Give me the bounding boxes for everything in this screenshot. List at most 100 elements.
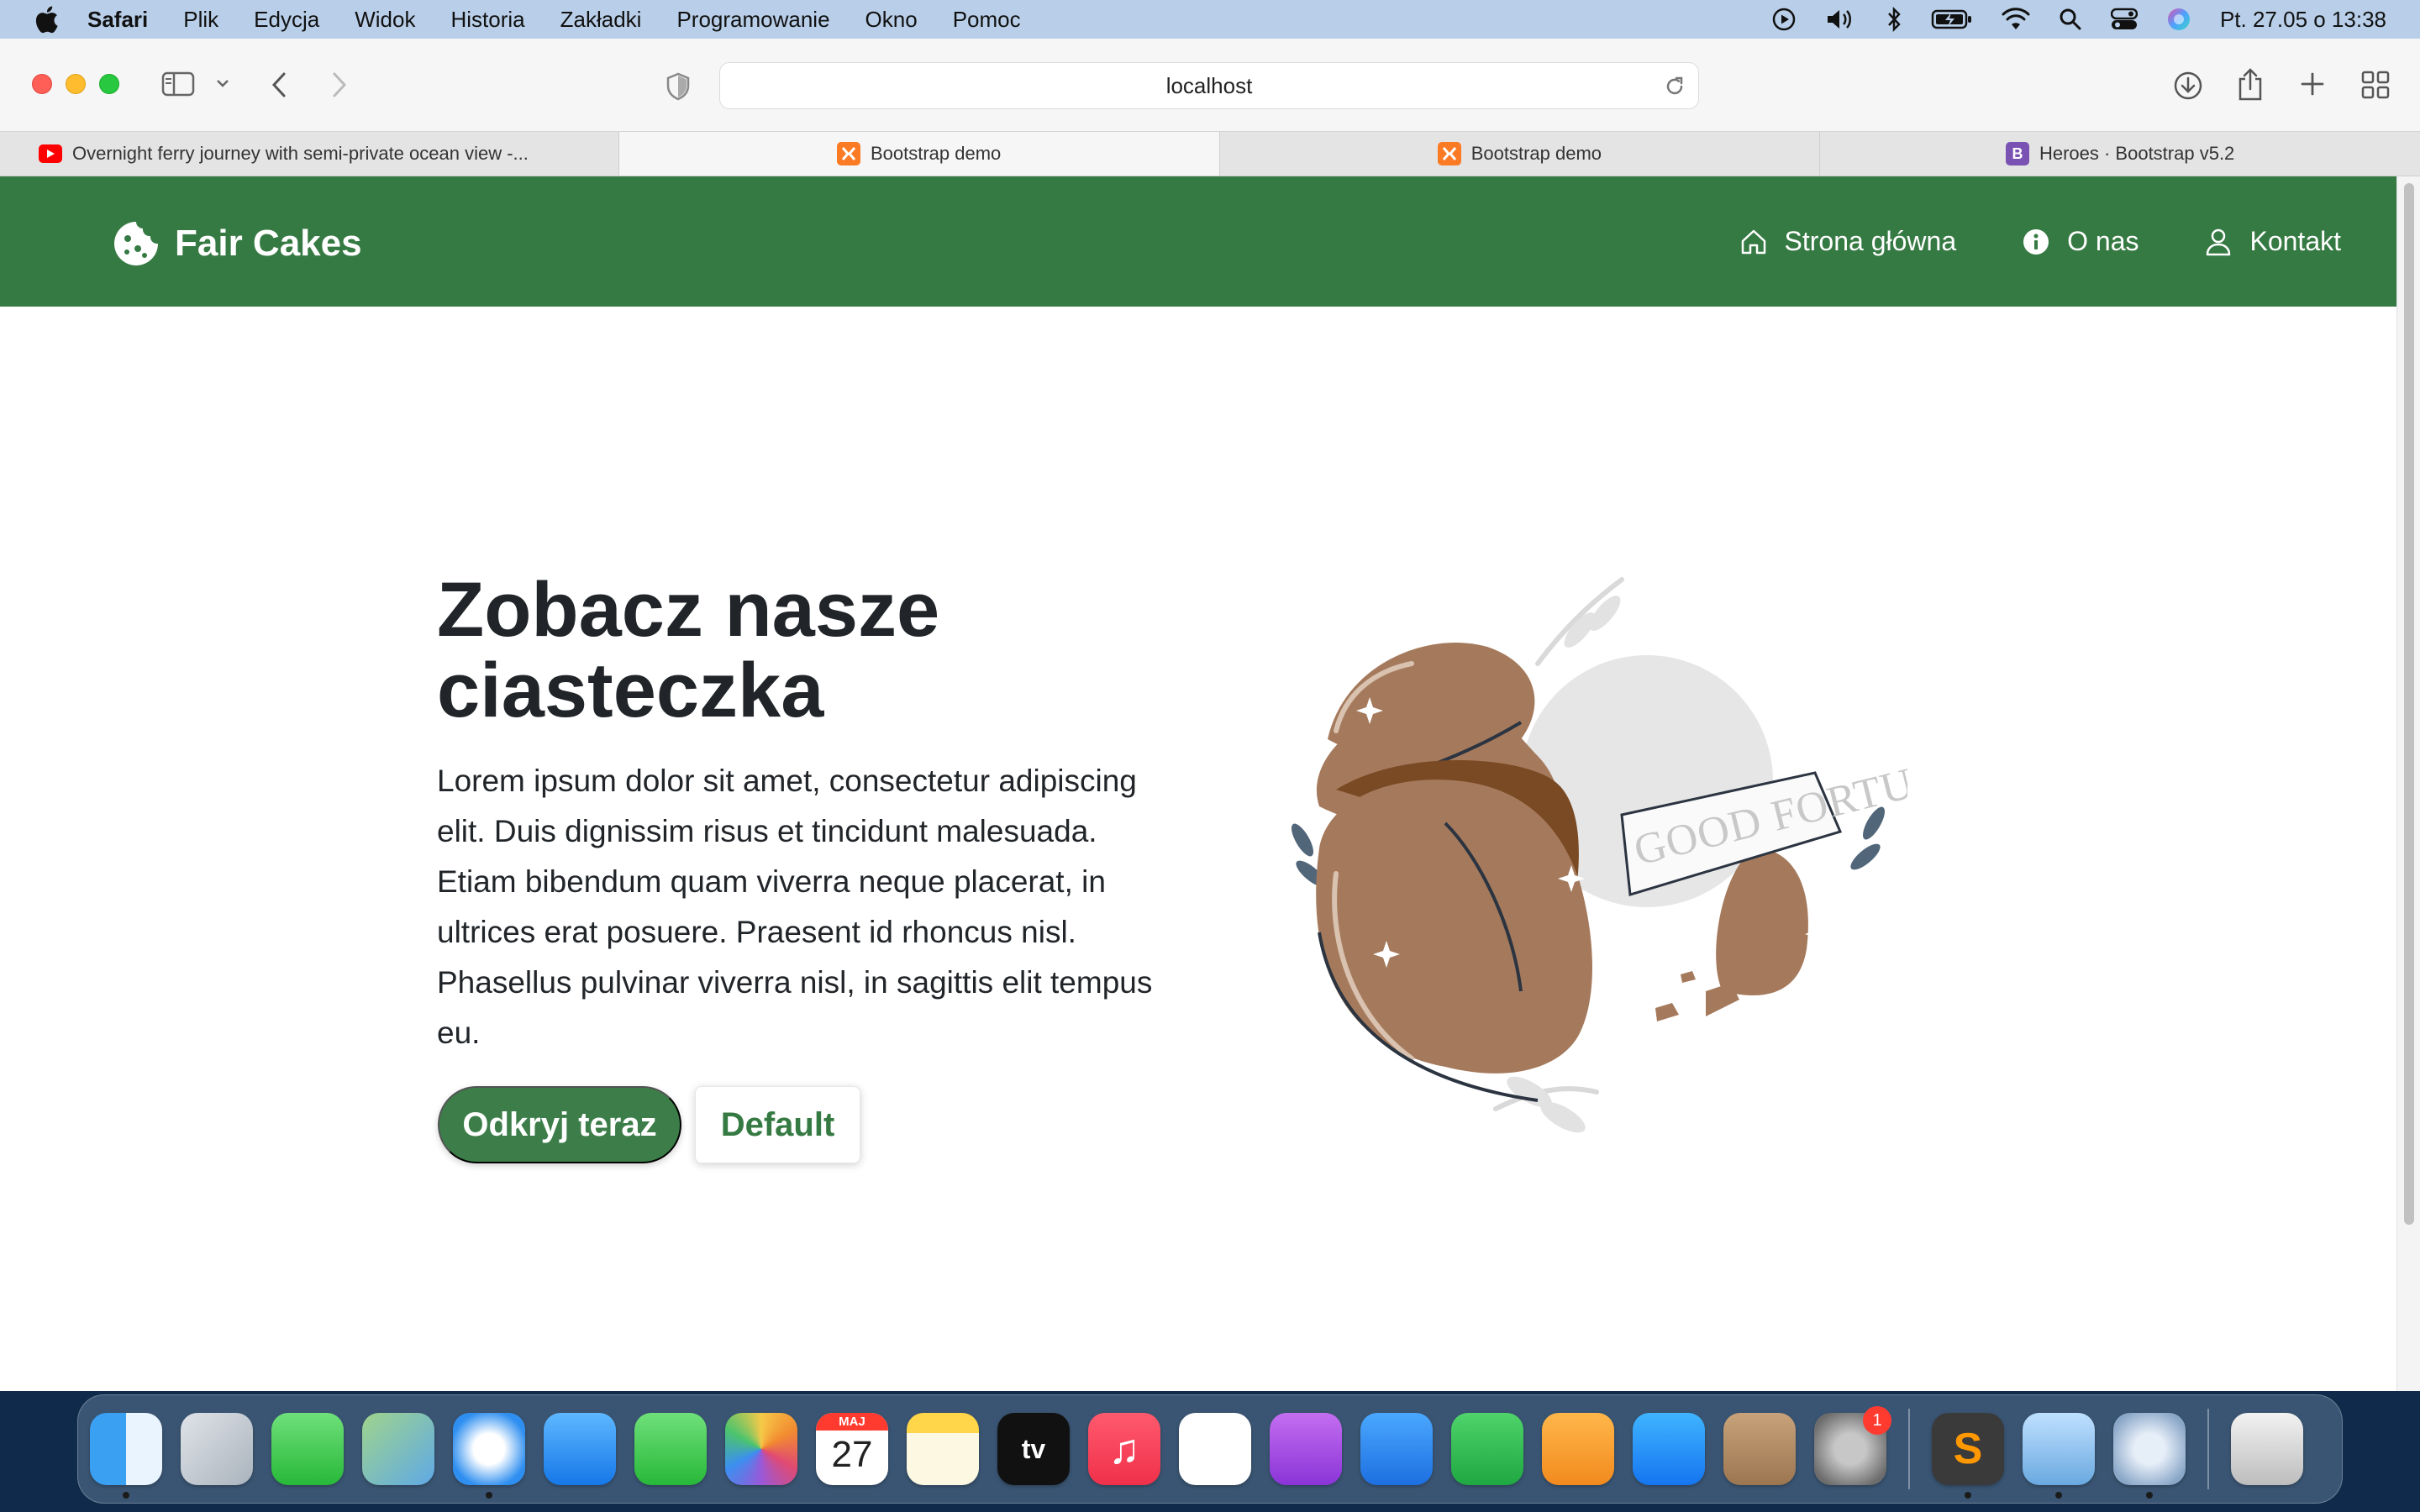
facetime-icon[interactable]	[634, 1413, 707, 1485]
youtube-favicon-icon	[39, 144, 62, 163]
privacy-shield-icon[interactable]	[666, 72, 691, 101]
menu-bookmarks[interactable]: Zakładki	[560, 7, 642, 33]
xampp-favicon-icon	[836, 142, 860, 165]
cookie-icon	[114, 222, 158, 265]
launchpad-icon[interactable]	[181, 1413, 253, 1485]
navbar-links: Strona główna O nas Kontakt	[1739, 176, 2341, 307]
volume-icon[interactable]	[1825, 7, 1857, 32]
bluetooth-icon[interactable]	[1886, 7, 1902, 32]
calendar-month: MAJ	[816, 1413, 888, 1431]
hero-title: Zobacz nasze ciasteczka	[437, 567, 940, 733]
settings-gear-icon[interactable]	[2113, 1413, 2186, 1499]
calendar-day: 27	[831, 1434, 873, 1475]
browser-tab[interactable]: Overnight ferry journey with semi-privat…	[0, 132, 619, 176]
numbers-icon[interactable]	[1451, 1413, 1523, 1485]
music-icon[interactable]: ♫	[1088, 1413, 1160, 1485]
trash-icon[interactable]	[2231, 1413, 2303, 1485]
back-arrow-icon[interactable]	[269, 71, 289, 99]
sublime-text-icon[interactable]: S	[1932, 1413, 2004, 1499]
fortune-cookie-illustration: GOOD FORTUNE	[1292, 577, 1907, 1133]
chevron-down-icon[interactable]	[215, 77, 230, 89]
calendar-icon[interactable]: MAJ 27	[816, 1413, 888, 1485]
menu-file[interactable]: Plik	[183, 7, 218, 33]
menubar-clock[interactable]: Pt. 27.05 o 13:38	[2220, 7, 2386, 33]
mail-icon[interactable]	[544, 1413, 616, 1485]
apple-tv-icon[interactable]: tv	[997, 1413, 1070, 1485]
browser-tab[interactable]: Bootstrap demo	[1220, 132, 1821, 176]
dock-separator	[1908, 1409, 1910, 1489]
dock-separator	[2207, 1409, 2209, 1489]
tab-overview-icon[interactable]	[2361, 71, 2390, 99]
tab-title: Bootstrap demo	[870, 143, 1002, 164]
browser-toolbar: localhost	[0, 39, 2420, 131]
menu-help[interactable]: Pomoc	[953, 7, 1021, 33]
discover-now-button[interactable]: Odkryj teraz	[438, 1086, 681, 1163]
messages-icon[interactable]	[271, 1413, 344, 1485]
browser-tab[interactable]: B Heroes · Bootstrap v5.2	[1820, 132, 2420, 176]
running-indicator	[2146, 1492, 2153, 1499]
xampp-favicon-icon	[1437, 142, 1461, 165]
status-menus: Pt. 27.05 o 13:38	[1771, 0, 2386, 39]
navbar-brand[interactable]: Fair Cakes	[113, 220, 362, 267]
info-icon	[2023, 228, 2049, 255]
page-scrollbar[interactable]	[2396, 176, 2420, 1391]
nav-link-label: O nas	[2067, 226, 2139, 256]
apple-logo-icon[interactable]	[34, 5, 59, 34]
running-indicator	[123, 1492, 129, 1499]
system-preferences-icon[interactable]: 1	[1814, 1406, 1891, 1485]
downloads-icon[interactable]	[2173, 71, 2203, 101]
reload-icon[interactable]	[1663, 75, 1686, 104]
contacts-icon[interactable]	[1723, 1413, 1796, 1485]
podcasts-icon[interactable]	[1270, 1413, 1342, 1485]
share-icon[interactable]	[2237, 67, 2264, 101]
person-icon	[2207, 228, 2231, 255]
running-indicator	[1965, 1492, 1971, 1499]
pages-icon[interactable]	[1542, 1413, 1614, 1485]
address-text: localhost	[1165, 72, 1253, 98]
tab-title: Heroes · Bootstrap v5.2	[2039, 143, 2235, 164]
menu-window[interactable]: Okno	[865, 7, 918, 33]
battery-icon[interactable]	[1931, 8, 1973, 31]
maps-icon[interactable]	[362, 1413, 434, 1485]
menu-app-name[interactable]: Safari	[87, 7, 148, 33]
notes-icon[interactable]	[907, 1413, 979, 1485]
zoom-window-button[interactable]	[99, 74, 119, 94]
menu-history[interactable]: Historia	[450, 7, 524, 33]
control-center-icon[interactable]	[2110, 8, 2138, 31]
preview-icon[interactable]	[2023, 1413, 2095, 1499]
menu-view[interactable]: Widok	[355, 7, 415, 33]
tv-label: tv	[1021, 1433, 1046, 1464]
forward-arrow-icon[interactable]	[329, 71, 350, 99]
address-bar[interactable]: localhost	[719, 62, 1699, 109]
brand-name: Fair Cakes	[175, 223, 362, 264]
siri-icon[interactable]	[2166, 7, 2191, 32]
close-window-button[interactable]	[32, 74, 52, 94]
minimize-window-button[interactable]	[66, 74, 86, 94]
menu-edit[interactable]: Edycja	[254, 7, 319, 33]
new-tab-plus-icon[interactable]	[2299, 71, 2326, 97]
site-navbar: Fair Cakes Strona główna O nas Kontakt	[0, 176, 2396, 307]
keynote-icon[interactable]	[1360, 1413, 1433, 1485]
menu-develop[interactable]: Programowanie	[676, 7, 829, 33]
tab-bar: Overnight ferry journey with semi-privat…	[0, 131, 2420, 176]
browser-window: localhost Overnight ferry journey with s…	[0, 39, 2420, 1391]
default-button[interactable]: Default	[695, 1086, 860, 1163]
sidebar-toggle-icon[interactable]	[161, 71, 195, 97]
running-indicator	[486, 1492, 492, 1499]
safari-icon[interactable]	[453, 1413, 525, 1499]
browser-tab-active[interactable]: Bootstrap demo	[618, 132, 1220, 176]
nav-link-about[interactable]: O nas	[2022, 226, 2139, 257]
spotlight-search-icon[interactable]	[2059, 8, 2082, 31]
wifi-icon[interactable]	[2002, 8, 2030, 31]
hero-description: Lorem ipsum dolor sit amet, consectetur …	[437, 764, 1153, 1050]
nav-link-contact[interactable]: Kontakt	[2204, 226, 2341, 257]
nav-link-home[interactable]: Strona główna	[1739, 226, 1956, 257]
photos-icon[interactable]	[725, 1413, 797, 1485]
reminders-icon[interactable]	[1179, 1413, 1251, 1485]
scrollbar-thumb[interactable]	[2404, 183, 2414, 1225]
play-icon[interactable]	[1771, 7, 1797, 32]
home-icon	[1741, 229, 1765, 254]
dock: MAJ 27 tv ♫ 1 S	[77, 1394, 2343, 1504]
finder-icon[interactable]	[90, 1413, 162, 1499]
app-store-icon[interactable]	[1633, 1413, 1705, 1485]
